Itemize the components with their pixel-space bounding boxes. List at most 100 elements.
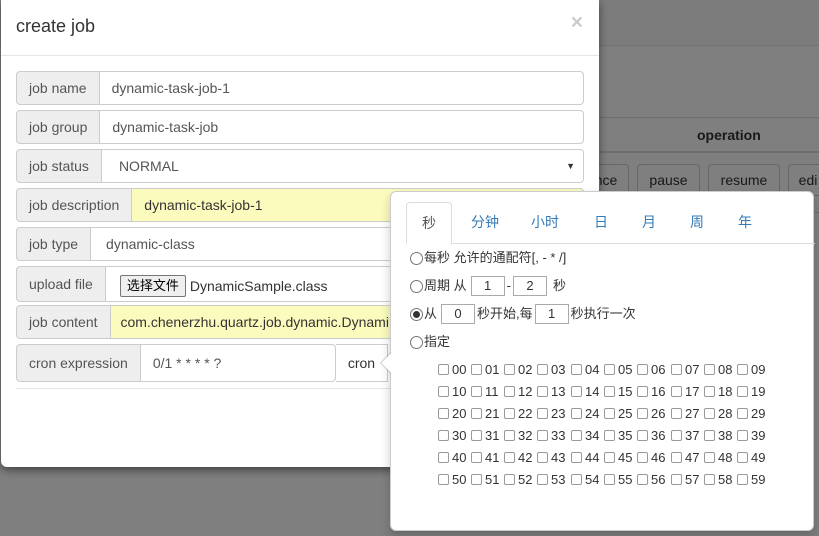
second-checkbox-item: 28 bbox=[704, 404, 732, 422]
start-second-input[interactable]: 0 bbox=[441, 304, 476, 324]
second-checkbox[interactable] bbox=[704, 451, 715, 463]
second-checkbox[interactable] bbox=[671, 363, 682, 375]
second-checkbox[interactable] bbox=[604, 385, 615, 397]
every-second-input[interactable]: 1 bbox=[534, 304, 569, 324]
second-checkbox[interactable] bbox=[704, 429, 715, 441]
second-checkbox[interactable] bbox=[438, 363, 449, 375]
second-checkbox-item: 07 bbox=[671, 360, 699, 378]
job-status-select[interactable]: NORMAL ▼ bbox=[101, 149, 584, 183]
close-icon[interactable]: × bbox=[571, 11, 583, 35]
option-specify: 指定 bbox=[410, 331, 450, 353]
tab-hour[interactable]: 小时 bbox=[522, 202, 568, 244]
second-checkbox[interactable] bbox=[704, 407, 715, 419]
choose-file-button[interactable]: 选择文件 bbox=[119, 275, 186, 297]
second-checkbox[interactable] bbox=[471, 407, 482, 419]
second-checkbox[interactable] bbox=[504, 429, 515, 441]
second-checkbox[interactable] bbox=[671, 451, 682, 463]
second-checkbox[interactable] bbox=[504, 407, 515, 419]
second-checkbox[interactable] bbox=[438, 429, 449, 441]
second-checkbox[interactable] bbox=[571, 363, 582, 375]
second-checkbox[interactable] bbox=[438, 473, 449, 485]
second-checkbox[interactable] bbox=[537, 363, 548, 375]
second-checkbox-item: 05 bbox=[604, 360, 632, 378]
second-checkbox[interactable] bbox=[737, 473, 748, 485]
second-checkbox[interactable] bbox=[571, 385, 582, 397]
second-checkbox-label: 17 bbox=[685, 383, 700, 399]
second-checkbox[interactable] bbox=[637, 407, 648, 419]
second-checkbox[interactable] bbox=[438, 451, 449, 463]
second-checkbox[interactable] bbox=[471, 429, 482, 441]
second-checkbox[interactable] bbox=[438, 407, 449, 419]
second-checkbox[interactable] bbox=[737, 363, 748, 375]
option-start-every: 从 0 秒开始,每 1 秒执行一次 bbox=[410, 303, 636, 325]
second-checkbox[interactable] bbox=[537, 429, 548, 441]
cron-expression-input[interactable]: 0/1 * * * * ? bbox=[140, 344, 336, 382]
second-checkbox[interactable] bbox=[704, 473, 715, 485]
second-checkbox[interactable] bbox=[737, 407, 748, 419]
second-checkbox[interactable] bbox=[471, 363, 482, 375]
tab-month[interactable]: 月 bbox=[626, 202, 672, 244]
second-checkbox[interactable] bbox=[537, 473, 548, 485]
period-radio[interactable] bbox=[410, 279, 423, 293]
second-checkbox-label: 59 bbox=[751, 471, 766, 487]
every-second-radio[interactable] bbox=[410, 251, 423, 265]
job-group-input[interactable]: dynamic-task-job bbox=[100, 110, 584, 144]
tab-week[interactable]: 周 bbox=[674, 202, 720, 244]
second-checkbox-item: 30 bbox=[438, 426, 466, 444]
second-checkbox[interactable] bbox=[571, 407, 582, 419]
tab-day[interactable]: 日 bbox=[578, 202, 624, 244]
second-checkbox[interactable] bbox=[671, 385, 682, 397]
second-checkbox[interactable] bbox=[637, 429, 648, 441]
second-checkbox[interactable] bbox=[604, 451, 615, 463]
specify-radio[interactable] bbox=[410, 335, 423, 349]
second-checkbox[interactable] bbox=[504, 363, 515, 375]
second-checkbox[interactable] bbox=[704, 363, 715, 375]
start-every-radio[interactable] bbox=[410, 307, 423, 321]
second-checkbox-label: 48 bbox=[718, 449, 733, 465]
second-checkbox[interactable] bbox=[737, 429, 748, 441]
second-checkbox[interactable] bbox=[604, 363, 615, 375]
second-checkbox[interactable] bbox=[671, 407, 682, 419]
second-checkbox[interactable] bbox=[571, 451, 582, 463]
second-checkbox[interactable] bbox=[604, 407, 615, 419]
second-checkbox[interactable] bbox=[637, 451, 648, 463]
tab-year[interactable]: 年 bbox=[722, 202, 768, 244]
second-checkbox[interactable] bbox=[671, 429, 682, 441]
second-checkbox-label: 33 bbox=[551, 427, 566, 443]
second-checkbox[interactable] bbox=[637, 473, 648, 485]
second-checkbox[interactable] bbox=[537, 451, 548, 463]
second-checkbox[interactable] bbox=[637, 363, 648, 375]
second-checkbox-item: 47 bbox=[671, 448, 699, 466]
second-checkbox-item: 52 bbox=[504, 470, 532, 488]
period-from-input[interactable]: 1 bbox=[470, 276, 505, 296]
second-checkbox-label: 00 bbox=[452, 361, 467, 377]
period-to-input[interactable]: 2 bbox=[512, 276, 547, 296]
second-checkbox-item: 21 bbox=[471, 404, 499, 422]
tab-second[interactable]: 秒 bbox=[406, 202, 452, 245]
second-checkbox[interactable] bbox=[571, 429, 582, 441]
second-checkbox[interactable] bbox=[737, 385, 748, 397]
second-checkbox-item: 39 bbox=[737, 426, 765, 444]
second-checkbox[interactable] bbox=[704, 385, 715, 397]
second-checkbox[interactable] bbox=[604, 429, 615, 441]
second-checkbox[interactable] bbox=[438, 385, 449, 397]
tab-minute[interactable]: 分钟 bbox=[462, 202, 508, 244]
second-checkbox[interactable] bbox=[737, 451, 748, 463]
cron-tabs: 秒 分钟 小时 日 月 周 年 bbox=[406, 202, 815, 245]
second-checkbox[interactable] bbox=[471, 473, 482, 485]
second-checkbox[interactable] bbox=[671, 473, 682, 485]
second-checkbox[interactable] bbox=[504, 451, 515, 463]
second-checkbox[interactable] bbox=[537, 407, 548, 419]
second-checkbox[interactable] bbox=[571, 473, 582, 485]
second-checkbox-item: 15 bbox=[604, 382, 632, 400]
second-checkbox[interactable] bbox=[471, 385, 482, 397]
second-checkbox[interactable] bbox=[504, 473, 515, 485]
second-checkbox[interactable] bbox=[471, 451, 482, 463]
second-checkbox-label: 24 bbox=[585, 405, 600, 421]
second-checkbox[interactable] bbox=[504, 385, 515, 397]
second-checkbox[interactable] bbox=[604, 473, 615, 485]
second-checkbox[interactable] bbox=[537, 385, 548, 397]
second-checkbox-item: 59 bbox=[737, 470, 765, 488]
second-checkbox[interactable] bbox=[637, 385, 648, 397]
job-name-input[interactable]: dynamic-task-job-1 bbox=[99, 71, 584, 105]
